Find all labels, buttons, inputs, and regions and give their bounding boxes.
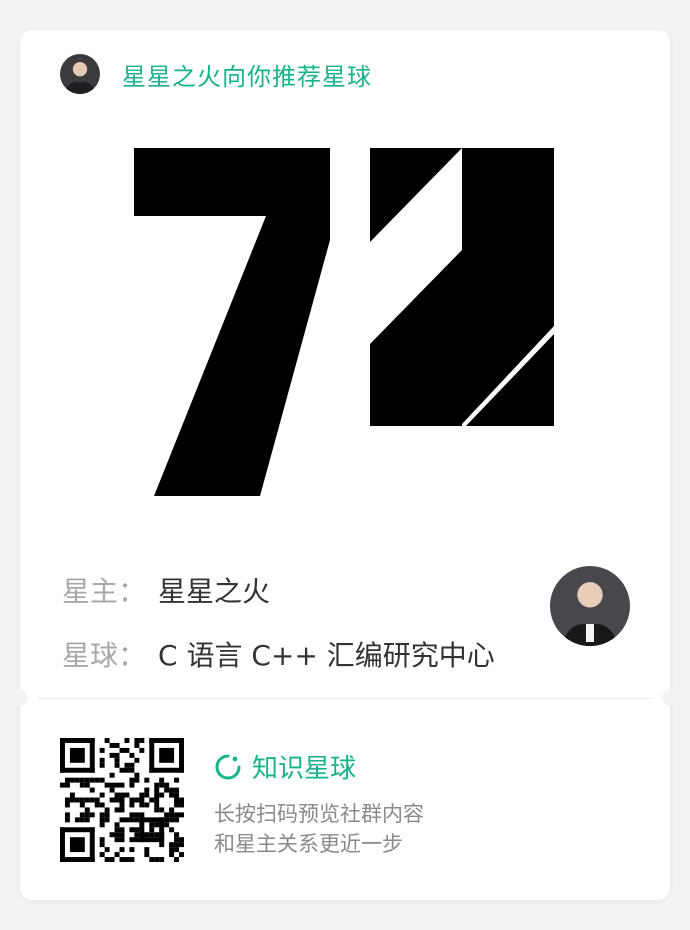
footer-line-2: 和星主关系更近一步 <box>214 832 403 856</box>
owner-name: 星星之火 <box>158 575 271 608</box>
planet-row: 星球： C 语言 C++ 汇编研究中心 <box>62 634 495 674</box>
share-card: 星星之火向你推荐星球 星主： 星星之火 星球： C 语言 C++ 汇编研究中心 知识… <box>12 30 678 900</box>
header-title: 星星之火向你推荐星球 <box>122 62 372 91</box>
brand: 知识星球 <box>214 748 356 785</box>
circle-arrow-icon <box>215 754 241 779</box>
planet-name: C 语言 C++ 汇编研究中心 <box>158 639 495 672</box>
qr-code-icon[interactable] <box>60 738 184 862</box>
logo-72-icon <box>134 148 554 496</box>
owner-avatar[interactable] <box>550 566 630 646</box>
header: 星星之火向你推荐星球 <box>60 54 372 94</box>
qr-code-graphic <box>60 738 184 862</box>
ticket-notch-left <box>12 690 28 706</box>
footer-line-1: 长按扫码预览社群内容 <box>214 802 424 826</box>
planet-label: 星球： <box>62 639 147 672</box>
owner-label: 星主： <box>62 575 147 608</box>
owner-row: 星主： 星星之火 <box>62 570 270 610</box>
person-avatar-icon <box>60 54 100 94</box>
divider <box>38 698 652 699</box>
brand-name: 知识星球 <box>252 754 357 784</box>
ticket-notch-right <box>662 690 678 706</box>
planet-logo <box>134 146 564 504</box>
